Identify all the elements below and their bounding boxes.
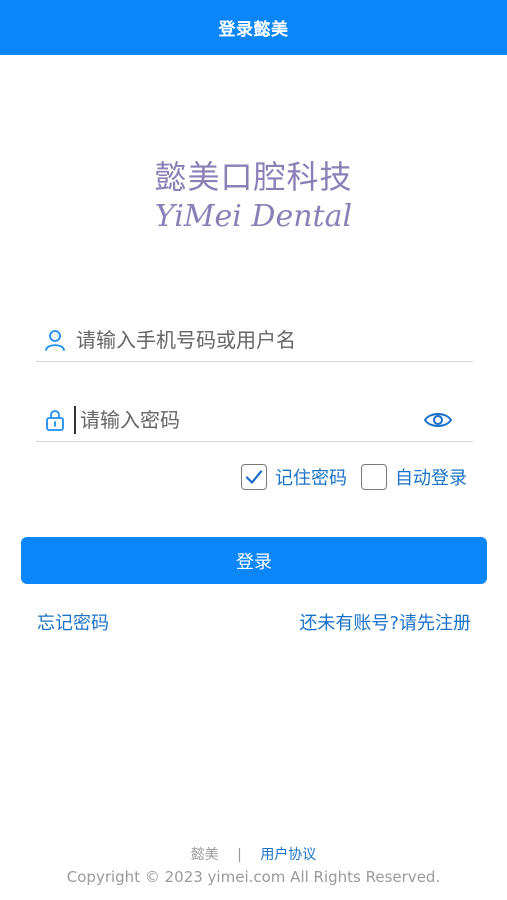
remember-password-checkbox[interactable]: 记住密码 (241, 464, 347, 490)
footer-brand: 懿美 (190, 847, 219, 863)
username-input[interactable] (68, 321, 473, 358)
lock-icon (42, 407, 68, 433)
remember-password-label: 记住密码 (275, 468, 347, 489)
footer-separator: | (237, 847, 242, 863)
forgot-password-link[interactable]: 忘记密码 (37, 609, 109, 635)
password-input[interactable] (74, 405, 421, 434)
copyright-text: Copyright © 2023 yimei.com All Rights Re… (66, 868, 441, 886)
show-password-button[interactable] (421, 405, 455, 435)
auto-login-box[interactable] (361, 464, 387, 490)
login-button[interactable]: 登录 (21, 537, 487, 584)
auto-login-checkbox[interactable]: 自动登录 (361, 464, 467, 490)
brand-name-en: YiMei Dental (154, 199, 353, 234)
password-field (36, 398, 473, 442)
page-title: 登录懿美 (218, 20, 289, 40)
header-bar: 登录懿美 (0, 0, 507, 55)
register-link[interactable]: 还未有账号?请先注册 (299, 609, 471, 635)
footer: 懿美 | 用户协议 Copyright © 2023 yimei.com All… (0, 845, 507, 888)
auto-login-label: 自动登录 (395, 468, 467, 489)
user-icon (42, 327, 68, 353)
checkmark-icon (245, 470, 263, 484)
login-options: 记住密码 自动登录 (241, 462, 467, 492)
remember-password-box[interactable] (241, 464, 267, 490)
user-agreement-link[interactable]: 用户协议 (260, 847, 316, 863)
footer-links: 懿美 | 用户协议 (0, 845, 507, 865)
brand-logo: 懿美口腔科技 YiMei Dental (0, 155, 507, 237)
username-field (36, 318, 473, 362)
brand-name-cn: 懿美口腔科技 (154, 158, 353, 196)
eye-icon (423, 412, 453, 427)
